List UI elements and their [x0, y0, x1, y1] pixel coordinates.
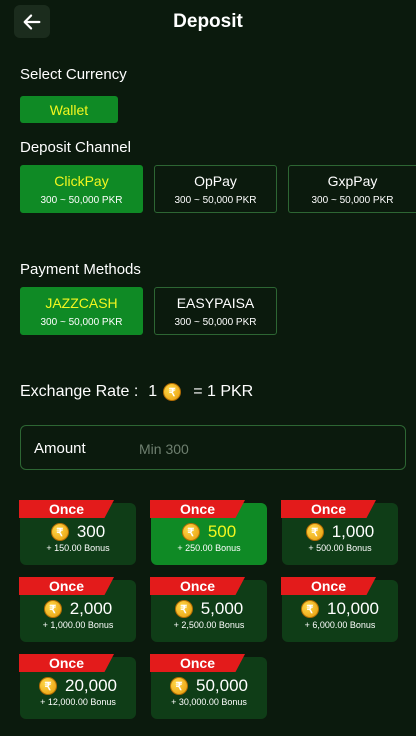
- channel-name: OpPay: [194, 173, 237, 189]
- once-tag: Once: [150, 577, 245, 595]
- once-tag: Once: [281, 500, 376, 518]
- payment-range: 300 ~ 50,000 PKR: [40, 317, 123, 328]
- package-bonus: + 6,000.00 Bonus: [304, 620, 376, 630]
- exchange-rate-suffix: = 1 PKR: [193, 383, 254, 400]
- package-bonus: + 12,000.00 Bonus: [40, 697, 116, 707]
- exchange-rate-prefix: Exchange Rate :: [20, 383, 139, 400]
- wallet-button[interactable]: Wallet: [20, 96, 118, 123]
- package-bonus: + 1,000.00 Bonus: [42, 620, 114, 630]
- channel-option-gxppay[interactable]: GxpPay 300 ~ 50,000 PKR: [288, 165, 416, 213]
- once-tag: Once: [19, 577, 114, 595]
- package-bonus: + 500.00 Bonus: [308, 543, 372, 553]
- channel-range: 300 ~ 50,000 PKR: [174, 195, 257, 206]
- coin-icon: ₹: [301, 600, 319, 618]
- coin-icon: ₹: [43, 600, 62, 618]
- coin-icon: ₹: [163, 383, 182, 401]
- payment-option-jazzcash[interactable]: JAZZCASH 300 ~ 50,000 PKR: [20, 287, 143, 335]
- channel-range: 300 ~ 50,000 PKR: [311, 195, 394, 206]
- coin-icon: ₹: [50, 523, 69, 541]
- header: Deposit: [0, 0, 416, 44]
- page-title: Deposit: [173, 11, 243, 32]
- channel-name: GxpPay: [327, 173, 378, 189]
- coin-icon: ₹: [174, 600, 193, 618]
- coin-icon: ₹: [170, 677, 188, 695]
- deposit-channel-label: Deposit Channel: [20, 139, 131, 156]
- payment-range: 300 ~ 50,000 PKR: [174, 317, 257, 328]
- package-amount: 20,000: [65, 676, 117, 695]
- package-amount: 2,000: [69, 599, 113, 618]
- package-card-5000[interactable]: Once ₹5,000 + 2,500.00 Bonus: [150, 577, 267, 642]
- coin-icon: ₹: [39, 677, 57, 695]
- package-card-50000[interactable]: Once ₹50,000 + 30,000.00 Bonus: [150, 654, 267, 719]
- channel-option-oppay[interactable]: OpPay 300 ~ 50,000 PKR: [154, 165, 277, 213]
- package-amount: 10,000: [327, 599, 379, 618]
- channel-option-clickpay[interactable]: ClickPay 300 ~ 50,000 PKR: [20, 165, 143, 213]
- package-card-20000[interactable]: Once ₹20,000 + 12,000.00 Bonus: [19, 654, 136, 719]
- exchange-rate-amount: 1: [148, 383, 158, 400]
- package-amount: 500: [207, 522, 237, 541]
- payment-methods-label: Payment Methods: [20, 261, 141, 278]
- once-tag: Once: [19, 654, 114, 672]
- package-card-2000[interactable]: Once ₹2,000 + 1,000.00 Bonus: [19, 577, 136, 642]
- channel-name: ClickPay: [54, 173, 109, 189]
- coin-icon: ₹: [181, 523, 200, 541]
- channel-range: 300 ~ 50,000 PKR: [40, 195, 123, 206]
- package-amount: 1,000: [331, 522, 375, 541]
- package-bonus: + 150.00 Bonus: [46, 543, 110, 553]
- amount-label: Amount: [34, 440, 86, 457]
- package-bonus: + 250.00 Bonus: [177, 543, 241, 553]
- select-currency-label: Select Currency: [20, 66, 127, 83]
- payment-name: EASYPAISA: [176, 295, 255, 311]
- package-amount: 300: [76, 522, 106, 541]
- once-tag: Once: [281, 577, 376, 595]
- package-amount: 50,000: [196, 676, 248, 695]
- package-bonus: + 30,000.00 Bonus: [171, 697, 247, 707]
- once-tag: Once: [150, 500, 245, 518]
- once-tag: Once: [19, 500, 114, 518]
- amount-input[interactable]: [137, 436, 391, 462]
- amount-field[interactable]: Amount: [20, 425, 406, 470]
- package-card-500[interactable]: Once ₹500 + 250.00 Bonus: [150, 500, 267, 565]
- coin-icon: ₹: [305, 523, 324, 541]
- once-tag: Once: [150, 654, 245, 672]
- payment-option-easypaisa[interactable]: EASYPAISA 300 ~ 50,000 PKR: [154, 287, 277, 335]
- payment-name: JAZZCASH: [45, 295, 118, 311]
- package-amount: 5,000: [200, 599, 244, 618]
- package-card-300[interactable]: Once ₹300 + 150.00 Bonus: [19, 500, 136, 565]
- package-card-1000[interactable]: Once ₹1,000 + 500.00 Bonus: [281, 500, 398, 565]
- package-bonus: + 2,500.00 Bonus: [173, 620, 245, 630]
- exchange-rate: Exchange Rate : 1 ₹ = 1 PKR: [20, 383, 253, 401]
- package-card-10000[interactable]: Once ₹10,000 + 6,000.00 Bonus: [281, 577, 398, 642]
